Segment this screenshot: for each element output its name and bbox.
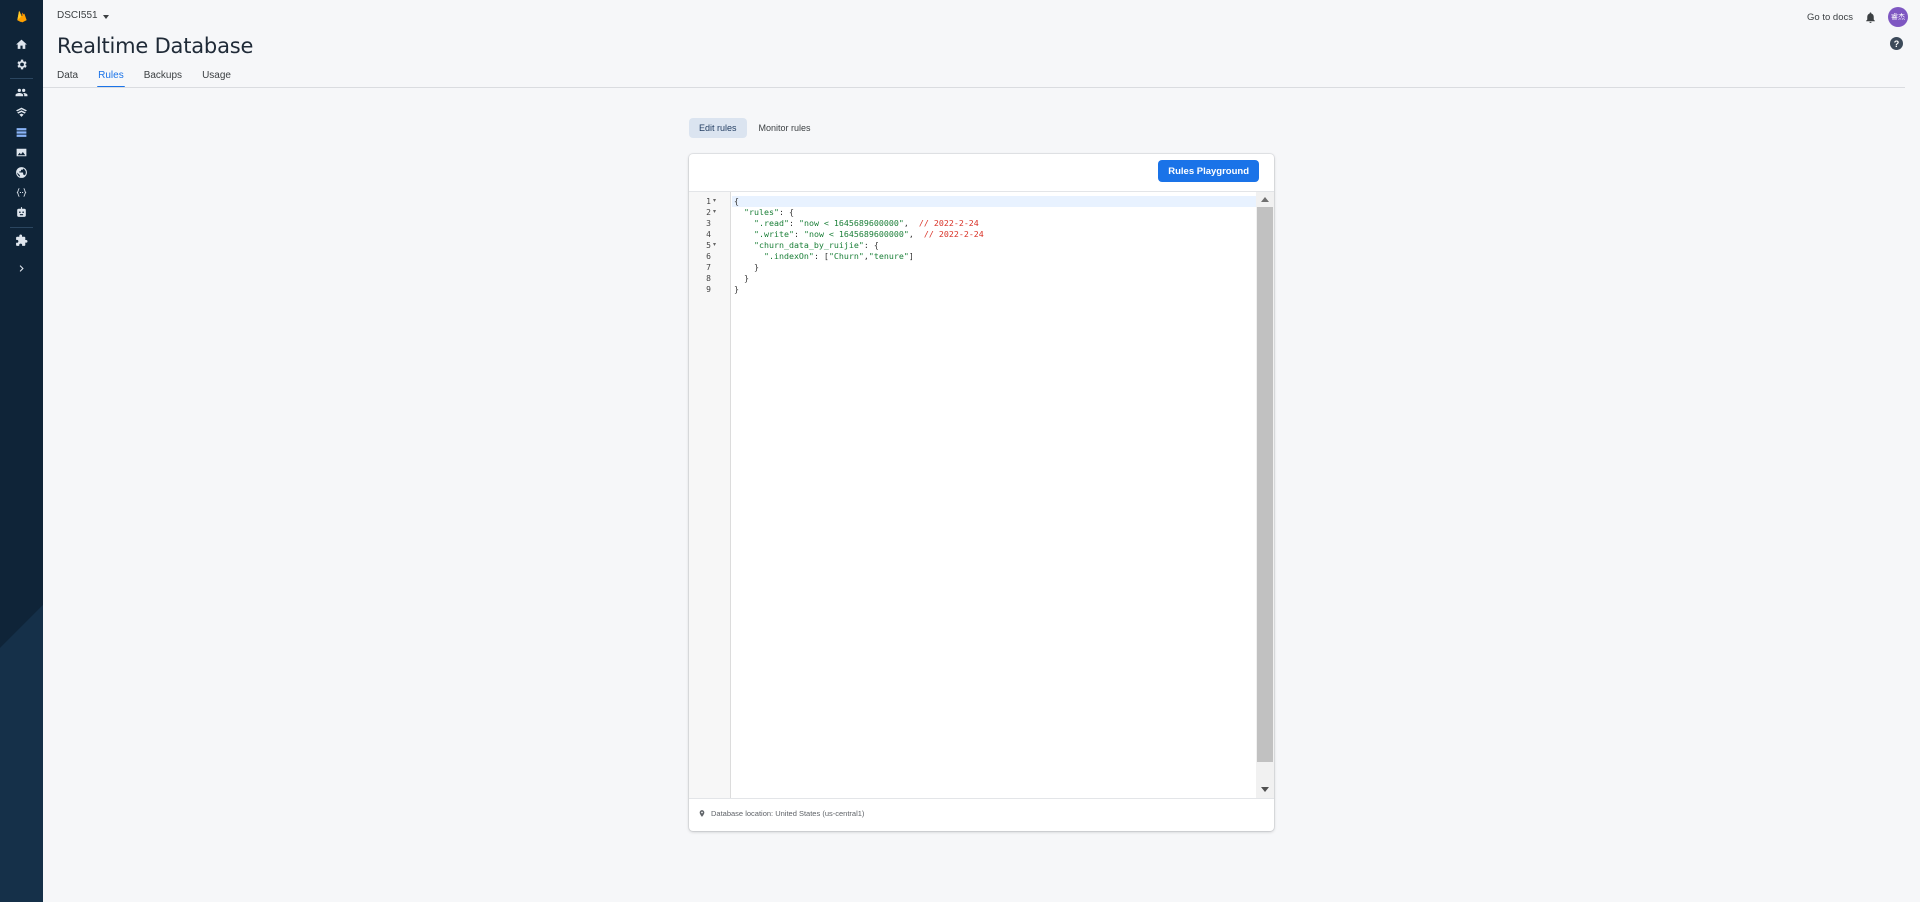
code-line: ".write": "now < 1645689600000", // 2022…: [734, 229, 984, 240]
gear-icon[interactable]: [0, 54, 43, 74]
code-token: :: [793, 229, 804, 239]
code-token: ,: [903, 218, 919, 228]
code-token: {: [734, 196, 739, 206]
editor-scrollbar[interactable]: [1256, 192, 1274, 798]
left-nav-rail: [0, 0, 43, 902]
rules-editor-card: Rules Playground 1 ▾ 2 ▾ 3 4 5 ▾ 6 7 8 9 { "rules":…: [689, 154, 1274, 831]
code-line: }: [734, 273, 749, 284]
chevron-down-icon: [102, 14, 109, 19]
code-line: "churn_data_by_ruijie": {: [734, 240, 879, 251]
fold-arrow-icon[interactable]: ▾: [713, 196, 716, 207]
go-to-docs-link[interactable]: Go to docs: [1807, 12, 1853, 23]
code-token: ".read": [734, 218, 789, 228]
line-number: 5: [706, 241, 711, 250]
help-icon[interactable]: ?: [1890, 37, 1903, 50]
code-line: ".read": "now < 1645689600000", // 2022-…: [734, 218, 979, 229]
storage-icon[interactable]: [0, 142, 43, 162]
rail-divider: [10, 227, 33, 228]
database-location: Database location: United States (us-cen…: [698, 809, 864, 818]
firebase-logo-icon[interactable]: [0, 6, 43, 26]
database-location-text: Database location: United States (us-cen…: [711, 809, 865, 818]
code-editor[interactable]: 1 ▾ 2 ▾ 3 4 5 ▾ 6 7 8 9 { "rules": { ".read": "now …: [689, 191, 1274, 799]
fold-arrow-icon[interactable]: ▾: [713, 207, 716, 218]
extensions-icon[interactable]: [0, 230, 43, 250]
line-number: 6: [706, 252, 711, 261]
ml-icon[interactable]: [0, 202, 43, 222]
line-number: 8: [706, 274, 711, 283]
authentication-icon[interactable]: [0, 82, 43, 102]
edit-rules-button[interactable]: Edit rules: [689, 118, 747, 138]
code-token: // 2022-2-24: [923, 229, 984, 239]
code-token: "tenure": [868, 251, 909, 261]
firestore-icon[interactable]: [0, 102, 43, 122]
line-number: 3: [706, 219, 711, 228]
code-token: ,: [908, 229, 924, 239]
code-token: // 2022-2-24: [918, 218, 979, 228]
rules-mode-toggle: Edit rules Monitor rules: [689, 118, 821, 138]
code-token: : {: [778, 207, 794, 217]
code-token: "now < 1645689600000": [798, 218, 904, 228]
line-number: 4: [706, 230, 711, 239]
code-token: "now < 1645689600000": [803, 229, 909, 239]
code-token: }: [734, 262, 759, 272]
scroll-down-arrow-icon[interactable]: [1261, 787, 1269, 792]
project-name: DSCI551: [57, 10, 98, 21]
expand-chevron-icon[interactable]: [0, 258, 43, 278]
fold-arrow-icon[interactable]: ▾: [713, 240, 716, 251]
scroll-up-arrow-icon[interactable]: [1261, 197, 1269, 202]
active-line-highlight: [732, 196, 1256, 207]
code-token: ]: [908, 251, 914, 261]
code-token: "rules": [734, 207, 779, 217]
code-line: ".indexOn": ["Churn","tenure"]: [734, 251, 914, 262]
line-number: 7: [706, 263, 711, 272]
code-token: ".indexOn": [734, 251, 814, 261]
location-pin-icon: [699, 810, 705, 817]
code-token: : [: [813, 251, 829, 261]
home-icon[interactable]: [0, 34, 43, 54]
hosting-icon[interactable]: [0, 162, 43, 182]
tab-backups[interactable]: Backups: [144, 70, 182, 88]
code-line: {: [734, 196, 739, 207]
code-line: }: [734, 262, 759, 273]
top-actions: Go to docs 睿杰: [1807, 7, 1908, 27]
section-tabs: Data Rules Backups Usage: [57, 70, 251, 88]
project-selector[interactable]: DSCI551: [57, 10, 109, 21]
code-text-area[interactable]: { "rules": { ".read": "now < 16456896000…: [732, 192, 1256, 798]
notifications-bell-icon[interactable]: [1864, 11, 1877, 24]
tabs-divider: [43, 87, 1905, 88]
code-line: "rules": {: [734, 207, 794, 218]
monitor-rules-button[interactable]: Monitor rules: [749, 118, 821, 138]
functions-icon[interactable]: [0, 182, 43, 202]
code-line: }: [734, 284, 739, 295]
line-number: 2: [706, 208, 711, 217]
code-token: "churn_data_by_ruijie": [734, 240, 864, 250]
tab-usage[interactable]: Usage: [202, 70, 231, 88]
code-token: : {: [863, 240, 879, 250]
rules-playground-button[interactable]: Rules Playground: [1158, 160, 1259, 182]
line-number: 9: [706, 285, 711, 294]
code-token: }: [734, 273, 749, 283]
avatar[interactable]: 睿杰: [1888, 7, 1908, 27]
line-number: 1: [706, 197, 711, 206]
tab-data[interactable]: Data: [57, 70, 78, 88]
rail-divider: [10, 78, 33, 79]
code-token: }: [734, 284, 739, 294]
code-token: :: [788, 218, 799, 228]
scrollbar-thumb[interactable]: [1257, 207, 1273, 762]
page-title: Realtime Database: [57, 34, 254, 58]
realtime-database-icon[interactable]: [0, 122, 43, 142]
tab-rules[interactable]: Rules: [97, 70, 125, 88]
code-token: "Churn": [828, 251, 864, 261]
line-number-gutter: 1 ▾ 2 ▾ 3 4 5 ▾ 6 7 8 9: [689, 192, 731, 798]
code-token: ".write": [734, 229, 794, 239]
